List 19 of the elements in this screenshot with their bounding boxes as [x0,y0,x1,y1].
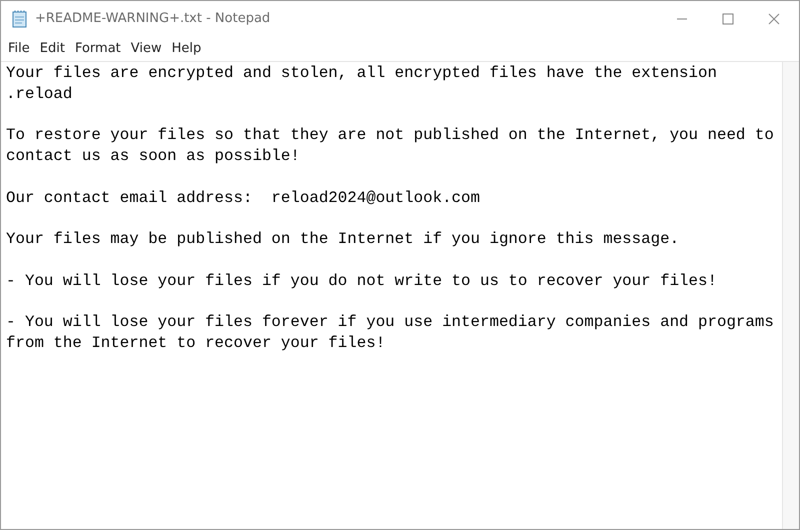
text-line: To restore your files so that they are not published on the Internet, you need to [6,125,774,146]
text-line: Your files are encrypted and stolen, all encrypted files have the extension [6,63,717,84]
maximize-icon [722,13,734,25]
text-line: - You will lose your files if you do not write to us to recover your files! [6,270,717,292]
text-line: - You will lose your files forever if you use intermediary companies and programs [6,312,774,333]
text-line: contact us as soon as possible! [6,146,300,167]
menu-item[interactable]: Help [166,39,206,59]
text-line: from the Internet to recover your files! [6,332,386,354]
text-line: Our contact email address: reload2024@outlook.com [6,188,480,208]
scrollbar[interactable] [782,62,799,529]
menu-item[interactable]: Format [70,39,126,59]
text-line: .reload [6,84,72,104]
menu-item[interactable]: View [126,39,167,59]
text-line: Your files may be published on the Internet if you ignore this message. [6,229,680,250]
close-icon [768,13,780,25]
menu-item[interactable]: File [3,39,35,59]
menu-item[interactable]: Edit [34,39,70,59]
notepad-icon [11,10,29,28]
window-title: +README-WARNING+.txt - Notepad [35,10,270,28]
